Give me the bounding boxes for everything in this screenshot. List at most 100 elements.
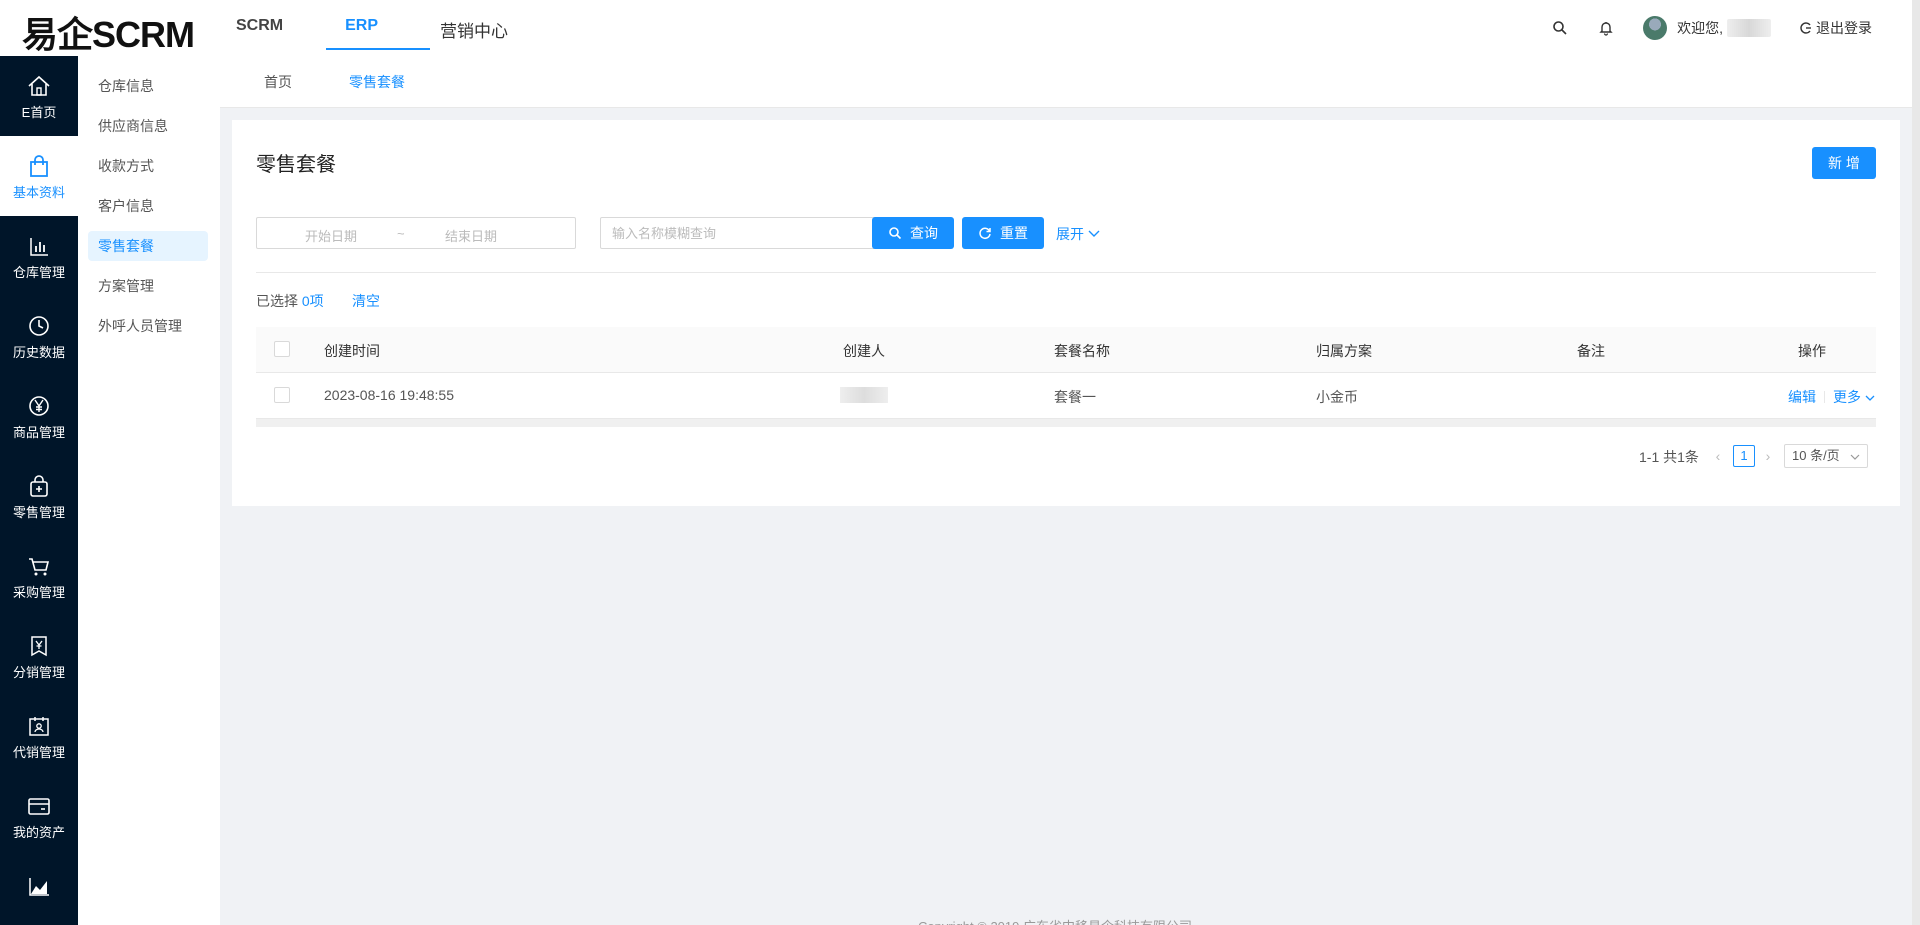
content-card: 零售套餐 新 增 开始日期 ~ 结束日期 查询 重置 展开 已选择 0项 清空 … bbox=[232, 120, 1900, 506]
submenu-item-outbound-staff[interactable]: 外呼人员管理 bbox=[88, 311, 208, 341]
sidebar-item-purchase[interactable]: 采购管理 bbox=[0, 536, 78, 616]
row-checkbox[interactable] bbox=[274, 387, 290, 403]
search-icon[interactable] bbox=[1551, 19, 1569, 37]
more-label: 更多 bbox=[1833, 389, 1861, 405]
expand-label: 展开 bbox=[1056, 226, 1084, 242]
top-header: 易企SCRM SCRM ERP 营销中心 欢迎您, 退出登录 bbox=[0, 0, 1912, 56]
page-title: 零售套餐 bbox=[256, 154, 336, 176]
username-redacted bbox=[1727, 19, 1771, 37]
tab-home[interactable]: 首页 bbox=[264, 72, 292, 92]
select-all-checkbox[interactable] bbox=[274, 341, 290, 357]
page-number-current[interactable]: 1 bbox=[1733, 445, 1755, 467]
app-logo[interactable]: 易企SCRM bbox=[22, 6, 195, 58]
top-nav: SCRM ERP 营销中心 bbox=[236, 17, 570, 42]
nav-scrm[interactable]: SCRM bbox=[236, 17, 283, 42]
col-package-name[interactable]: 套餐名称 bbox=[1054, 341, 1110, 361]
yen-circle-icon bbox=[29, 396, 49, 416]
action-divider bbox=[1824, 391, 1825, 403]
selection-info: 已选择 0项 bbox=[256, 291, 324, 311]
range-separator: ~ bbox=[397, 226, 405, 241]
table-horizontal-scrollbar[interactable] bbox=[256, 419, 1876, 427]
reset-button[interactable]: 重置 bbox=[962, 217, 1044, 249]
start-date-field[interactable]: 开始日期 bbox=[305, 226, 357, 245]
selection-count: 0项 bbox=[301, 293, 324, 309]
reload-icon bbox=[979, 227, 991, 240]
chevron-down-icon bbox=[1088, 230, 1100, 237]
id-card-icon bbox=[29, 717, 49, 736]
logout-button[interactable]: 退出登录 bbox=[1799, 18, 1872, 38]
add-button[interactable]: 新 增 bbox=[1812, 147, 1876, 179]
sidebar-label: 历史数据 bbox=[12, 345, 65, 360]
clock-icon bbox=[29, 316, 49, 336]
sidebar-label: 基本资料 bbox=[12, 185, 65, 200]
sidebar-label: 代销管理 bbox=[12, 745, 65, 760]
sidebar-item-history[interactable]: 历史数据 bbox=[0, 296, 78, 376]
avatar[interactable] bbox=[1643, 16, 1668, 40]
more-dropdown[interactable]: 更多 bbox=[1833, 389, 1875, 405]
nav-marketing-center[interactable]: 营销中心 bbox=[440, 17, 508, 42]
expand-toggle[interactable]: 展开 bbox=[1056, 224, 1100, 244]
submenu-item-retail-package[interactable]: 零售套餐 bbox=[88, 231, 208, 261]
sidebar-item-home[interactable]: E首页 bbox=[0, 56, 78, 136]
prev-page-button[interactable]: ‹ bbox=[1710, 445, 1726, 467]
chevron-down-icon bbox=[1865, 395, 1875, 401]
sidebar-item-consignment[interactable]: 代销管理 bbox=[0, 696, 78, 776]
nav-erp[interactable]: ERP bbox=[345, 17, 378, 42]
wallet-icon bbox=[28, 798, 50, 815]
table-row: 2023-08-16 19:48:55 套餐一 小金币 编辑 更多 bbox=[256, 373, 1876, 419]
submenu-item-warehouse-info[interactable]: 仓库信息 bbox=[88, 71, 208, 101]
window-scrollbar[interactable] bbox=[1912, 0, 1920, 925]
selection-prefix: 已选择 bbox=[256, 293, 302, 309]
edit-link[interactable]: 编辑 bbox=[1788, 389, 1816, 405]
sidebar-item-retail[interactable]: 零售管理 bbox=[0, 456, 78, 536]
next-page-button[interactable]: › bbox=[1760, 445, 1776, 467]
sidebar-item-distribution[interactable]: 分销管理 bbox=[0, 616, 78, 696]
submenu-item-payment-method[interactable]: 收款方式 bbox=[88, 151, 208, 181]
end-date-field[interactable]: 结束日期 bbox=[445, 226, 497, 245]
sidebar-item-goods[interactable]: 商品管理 bbox=[0, 376, 78, 456]
filter-divider bbox=[256, 272, 1876, 273]
active-tab-indicator bbox=[326, 48, 430, 50]
tab-retail-package[interactable]: 零售套餐 bbox=[349, 72, 405, 92]
sidebar-label: 零售管理 bbox=[12, 505, 65, 520]
sidebar-label: 商品管理 bbox=[12, 425, 65, 440]
cell-creator-redacted bbox=[840, 387, 888, 403]
welcome-text: 欢迎您, bbox=[1677, 20, 1723, 36]
date-range-picker[interactable]: 开始日期 ~ 结束日期 bbox=[256, 217, 576, 249]
query-button[interactable]: 查询 bbox=[872, 217, 954, 249]
col-plan[interactable]: 归属方案 bbox=[1316, 341, 1372, 361]
reset-label: 重置 bbox=[1000, 225, 1028, 241]
main-sidebar: E首页 基本资料 仓库管理 历史数据 商品管理 零售管理 采购管理 分销管理 代… bbox=[0, 56, 78, 925]
logout-label: 退出登录 bbox=[1816, 20, 1872, 36]
sidebar-item-assets[interactable]: 我的资产 bbox=[0, 776, 78, 856]
col-creator[interactable]: 创建人 bbox=[843, 341, 885, 361]
sidebar-label: 我的资产 bbox=[12, 825, 65, 840]
sidebar-item-analytics[interactable] bbox=[0, 856, 78, 925]
sub-menu: 仓库信息 供应商信息 收款方式 客户信息 零售套餐 方案管理 外呼人员管理 bbox=[78, 56, 220, 925]
cart-icon bbox=[29, 558, 50, 576]
bell-icon[interactable] bbox=[1597, 19, 1615, 37]
pagination-total: 1-1 共1条 bbox=[1639, 449, 1699, 465]
col-created-time[interactable]: 创建时间 bbox=[324, 341, 380, 361]
submenu-item-supplier-info[interactable]: 供应商信息 bbox=[88, 111, 208, 141]
submenu-item-plan-management[interactable]: 方案管理 bbox=[88, 271, 208, 301]
col-remark[interactable]: 备注 bbox=[1577, 341, 1605, 361]
search-icon bbox=[889, 227, 902, 240]
header-actions: 欢迎您, 退出登录 bbox=[1523, 16, 1872, 40]
submenu-item-customer-info[interactable]: 客户信息 bbox=[88, 191, 208, 221]
col-actions: 操作 bbox=[1798, 343, 1826, 359]
logout-icon bbox=[1800, 22, 1811, 34]
cell-plan: 小金币 bbox=[1316, 389, 1358, 405]
page-size-select[interactable]: 10 条/页 bbox=[1784, 444, 1868, 468]
sidebar-label: E首页 bbox=[21, 105, 57, 120]
name-search-input[interactable] bbox=[600, 217, 880, 249]
sidebar-label: 仓库管理 bbox=[12, 265, 65, 280]
yen-doc-icon bbox=[31, 636, 47, 657]
page-size-value: 10 条/页 bbox=[1792, 448, 1840, 463]
page-tabs: 首页 零售套餐 bbox=[220, 56, 1912, 108]
sidebar-item-basic-data[interactable]: 基本资料 bbox=[0, 136, 78, 216]
sidebar-item-warehouse[interactable]: 仓库管理 bbox=[0, 216, 78, 296]
clear-selection-link[interactable]: 清空 bbox=[352, 291, 380, 311]
cell-actions: 编辑 更多 bbox=[1788, 387, 1875, 407]
shop-bag-plus-icon bbox=[30, 475, 48, 497]
